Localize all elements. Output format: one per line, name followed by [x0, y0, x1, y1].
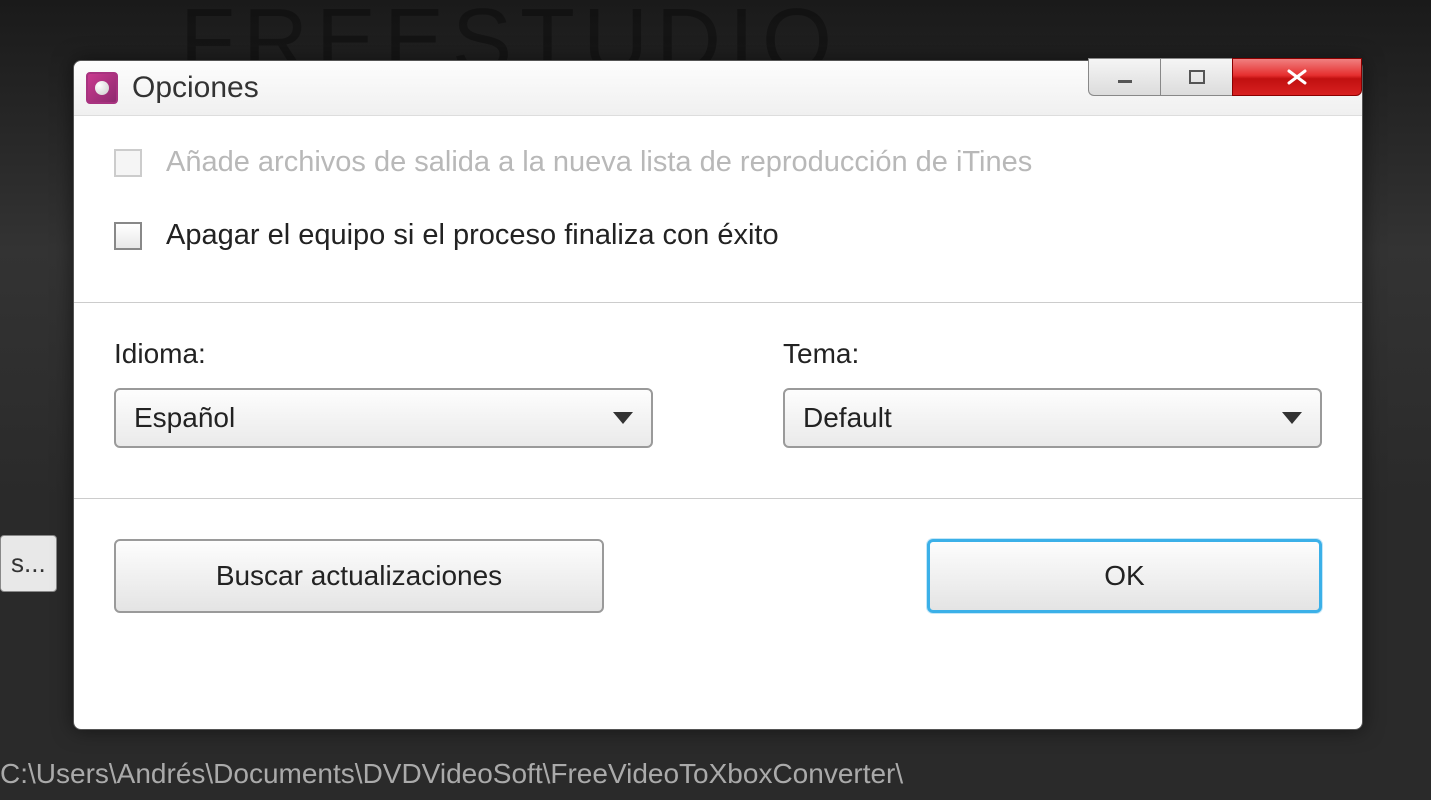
chevron-down-icon: [1282, 412, 1302, 424]
check-updates-button[interactable]: Buscar actualizaciones: [114, 539, 604, 613]
language-label: Idioma:: [114, 338, 653, 370]
theme-select-value: Default: [803, 402, 892, 434]
language-select-value: Español: [134, 402, 235, 434]
chevron-down-icon: [613, 412, 633, 424]
form-row: Idioma: Español Tema: Default: [114, 338, 1322, 448]
divider: [74, 302, 1362, 303]
checkbox-itunes: [114, 149, 142, 177]
minimize-button[interactable]: [1088, 58, 1160, 96]
theme-label: Tema:: [783, 338, 1322, 370]
checkbox-shutdown-label: Apagar el equipo si el proceso finaliza …: [166, 219, 779, 252]
app-icon: [86, 72, 118, 104]
theme-select[interactable]: Default: [783, 388, 1322, 448]
checkbox-row-itunes: Añade archivos de salida a la nueva list…: [114, 146, 1322, 179]
checkbox-shutdown[interactable]: [114, 222, 142, 250]
maximize-button[interactable]: [1160, 58, 1232, 96]
minimize-icon: [1116, 68, 1134, 86]
background-path-text: C:\Users\Andrés\Documents\DVDVideoSoft\F…: [0, 758, 903, 790]
close-button[interactable]: [1232, 58, 1362, 96]
checkbox-row-shutdown[interactable]: Apagar el equipo si el proceso finaliza …: [114, 219, 1322, 252]
maximize-icon: [1188, 68, 1206, 86]
checkbox-itunes-label: Añade archivos de salida a la nueva list…: [166, 146, 1032, 179]
button-row: Buscar actualizaciones OK: [114, 539, 1322, 613]
background-browse-button[interactable]: s...: [0, 535, 57, 592]
options-dialog: Opciones Añade archivos de salida a la n…: [73, 60, 1363, 730]
language-group: Idioma: Español: [114, 338, 653, 448]
dialog-titlebar: Opciones: [74, 61, 1362, 116]
divider: [74, 498, 1362, 499]
window-controls: [1088, 58, 1362, 96]
dialog-title: Opciones: [132, 71, 259, 105]
close-icon: [1283, 67, 1311, 87]
theme-group: Tema: Default: [783, 338, 1322, 448]
dialog-body: Añade archivos de salida a la nueva list…: [74, 116, 1362, 729]
ok-button[interactable]: OK: [927, 539, 1322, 613]
language-select[interactable]: Español: [114, 388, 653, 448]
